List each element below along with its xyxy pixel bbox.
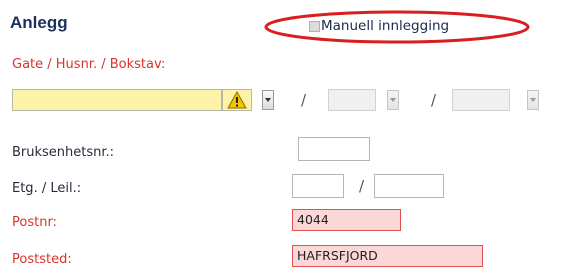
manual-entry-group: Manuell innlegging (262, 8, 532, 46)
separator: / (359, 177, 365, 195)
unit-no-input[interactable] (298, 137, 370, 161)
house-no-dropdown-button[interactable] (387, 90, 399, 110)
chevron-down-icon (390, 98, 396, 102)
floor-input[interactable] (292, 174, 344, 198)
manual-entry-checkbox[interactable] (309, 21, 320, 32)
house-no-input[interactable] (328, 89, 376, 111)
street-input[interactable] (12, 89, 222, 111)
chevron-down-icon (530, 98, 536, 102)
letter-dropdown-button[interactable] (527, 90, 539, 110)
manual-entry-label: Manuell innlegging (321, 18, 450, 34)
section-title: Anlegg (10, 13, 68, 32)
postal-place-label: Poststed: (12, 252, 72, 267)
postal-code-input[interactable]: 4044 (292, 209, 401, 231)
apartment-input[interactable] (374, 174, 444, 198)
warning-icon (227, 91, 247, 109)
postal-code-label: Postnr: (12, 215, 57, 230)
warning-button[interactable] (222, 89, 252, 111)
street-label: Gate / Husnr. / Bokstav: (12, 57, 166, 72)
street-dropdown-button[interactable] (262, 90, 274, 110)
chevron-down-icon (265, 98, 271, 102)
letter-input[interactable] (452, 89, 510, 111)
postal-place-input[interactable]: HAFRSFJORD (292, 245, 483, 267)
unit-no-label: Bruksenhetsnr.: (12, 145, 115, 160)
separator: / (301, 91, 307, 109)
floor-label: Etg. / Leil.: (12, 181, 82, 196)
separator: / (431, 91, 437, 109)
